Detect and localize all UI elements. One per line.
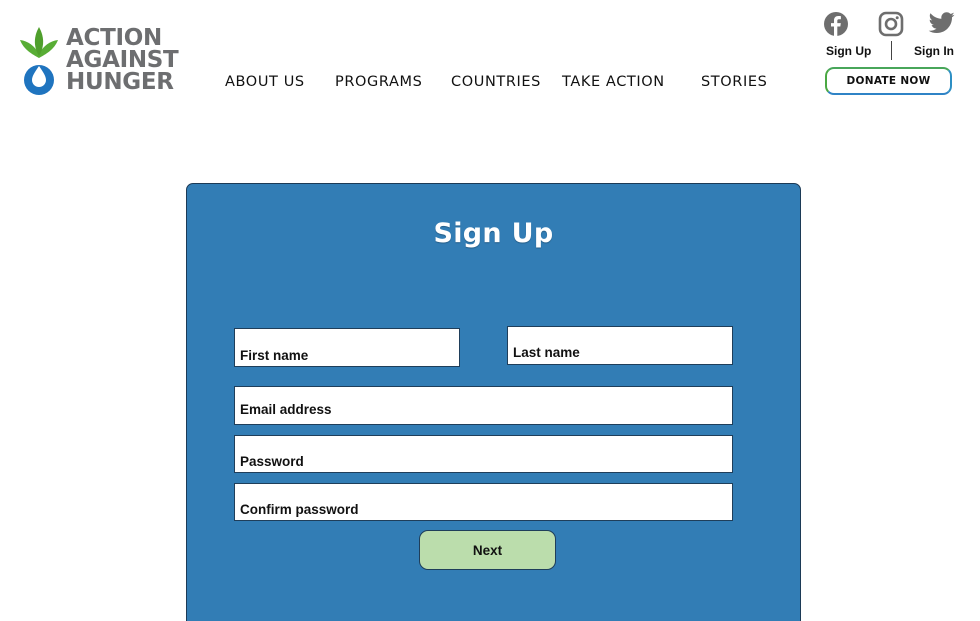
password-field[interactable] <box>234 435 733 473</box>
nav-stories[interactable]: STORIES <box>701 74 767 90</box>
logo-wordmark: ACTION AGAINST HUNGER <box>66 25 179 95</box>
sign-up-link[interactable]: Sign Up <box>826 44 871 58</box>
nav-about-us[interactable]: ABOUT US <box>225 74 305 90</box>
logo-line-1: ACTION <box>66 25 162 51</box>
last-name-field[interactable] <box>507 326 733 365</box>
password-input[interactable] <box>240 451 732 472</box>
logo-mark-icon <box>20 27 58 95</box>
confirm-password-field[interactable] <box>234 483 733 521</box>
sign-up-panel: Sign Up Next <box>186 183 801 621</box>
facebook-icon[interactable] <box>823 11 849 37</box>
first-name-input[interactable] <box>240 345 459 366</box>
next-button[interactable]: Next <box>419 530 556 570</box>
nav-countries[interactable]: COUNTRIES <box>451 74 541 90</box>
nav-programs[interactable]: PROGRAMS <box>335 74 422 90</box>
confirm-password-input[interactable] <box>240 499 732 520</box>
sign-in-link[interactable]: Sign In <box>914 44 954 58</box>
logo[interactable]: ACTION AGAINST HUNGER <box>18 24 179 96</box>
nav-take-action[interactable]: TAKE ACTION <box>562 74 665 90</box>
first-name-field[interactable] <box>234 328 460 367</box>
twitter-icon[interactable] <box>928 12 955 35</box>
donate-now-button[interactable]: DONATE NOW <box>825 67 952 95</box>
logo-line-2: AGAINST <box>66 47 179 73</box>
sign-up-title: Sign Up <box>433 218 554 249</box>
last-name-input[interactable] <box>513 341 732 364</box>
auth-divider <box>891 41 892 60</box>
instagram-icon[interactable] <box>878 11 904 37</box>
email-field[interactable] <box>234 386 733 425</box>
logo-line-3: HUNGER <box>66 69 174 95</box>
email-input[interactable] <box>240 394 732 424</box>
